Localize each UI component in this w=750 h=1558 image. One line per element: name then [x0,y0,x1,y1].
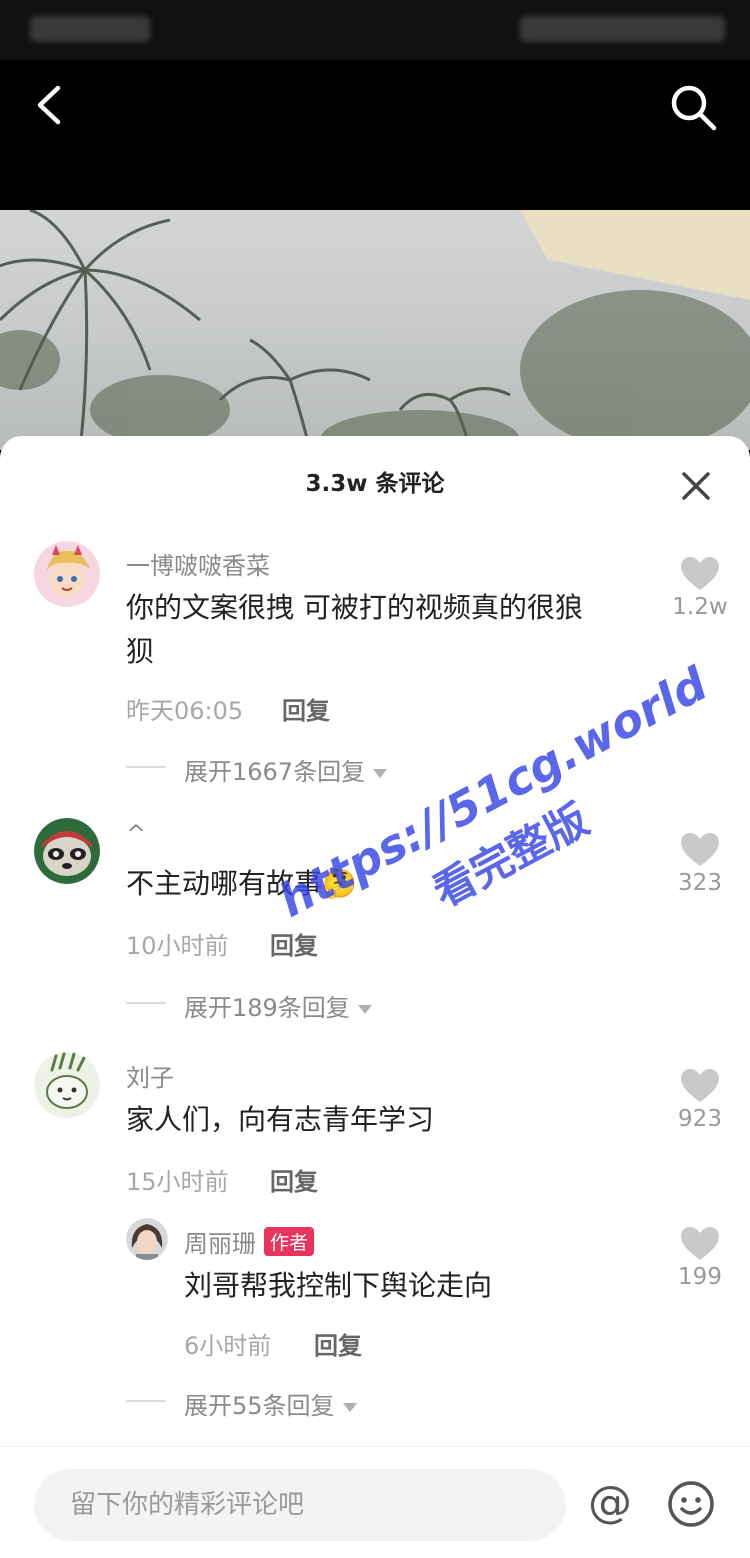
comment-input[interactable] [34,1469,566,1541]
heart-icon [681,1227,719,1260]
avatar-cartoon-bunny [34,1052,100,1118]
comment-time: 10小时前 [126,932,229,960]
like-button[interactable]: 323 [670,832,730,896]
emoji-button[interactable] [666,1479,716,1529]
close-icon [682,472,710,500]
avatar-cartoon-raccoon [34,818,100,884]
expand-replies-button[interactable]: 展开1667条回复 [184,752,388,787]
avatar[interactable] [34,818,100,884]
search-icon [671,85,717,131]
expand-replies-label: 展开1667条回复 [184,758,366,786]
caret-down-icon [357,1004,372,1014]
comment-username[interactable]: 一博啵啵香菜 [126,546,270,581]
comment-time: 15小时前 [126,1168,229,1196]
mention-button[interactable]: @ [582,1477,638,1533]
comment-username[interactable]: 刘子 [126,1058,174,1093]
heart-icon [681,1069,719,1102]
heart-icon [681,833,719,866]
reply-button[interactable]: 回复 [282,691,330,726]
like-count: 199 [678,1264,722,1290]
status-bar [0,0,750,60]
expand-replies-label: 展开189条回复 [184,994,350,1022]
chevron-left-icon [37,85,61,125]
reply-button[interactable]: 回复 [314,1326,362,1361]
comment-text: 你的文案很拽 可被打的视频真的很狼 狈 [126,586,646,674]
divider-line [126,1400,166,1402]
status-icons-blurred [520,16,725,42]
search-button[interactable] [668,82,720,134]
thinking-emoji-icon: 🤔 [322,867,357,900]
caret-down-icon [373,768,388,778]
comment-time: 昨天06:05 [126,697,244,725]
reply-username-row: 周丽珊 作者 [184,1224,315,1259]
back-button[interactable] [30,82,70,128]
reply-avatar[interactable] [126,1218,168,1260]
smiley-icon [668,1481,714,1527]
avatar-photo-woman [126,1218,168,1260]
comment-text: 不主动哪有故事🤔 [126,862,646,906]
comment-text-line: 狈 [126,635,155,668]
close-button[interactable] [680,470,712,502]
reply-time: 6小时前 [184,1332,272,1360]
like-count: 1.2w [672,594,728,620]
caret-down-icon [342,1402,357,1412]
like-count: 323 [678,870,722,896]
status-time-blurred [30,16,150,42]
comment-text-content: 不主动哪有故事 [126,867,323,900]
comment-count-title: 3.3w 条评论 [305,471,445,497]
comment-username[interactable]: ^ [126,820,146,848]
avatar-cartoon-girl [34,541,100,607]
nav-bar [0,60,750,210]
comment-text: 家人们，向有志青年学习 [126,1103,435,1136]
heart-icon [681,557,719,590]
like-count: 923 [678,1106,722,1132]
divider-line [126,766,166,768]
author-badge: 作者 [264,1227,315,1256]
comment-text-line: 你的文案很拽 可被打的视频真的很狼 [126,591,583,624]
expand-replies-label: 展开55条回复 [184,1392,335,1420]
like-button[interactable]: 199 [670,1226,730,1290]
divider-line [126,1002,166,1004]
reply-button[interactable]: 回复 [270,1162,318,1197]
avatar[interactable] [34,1052,100,1118]
comment-sheet: 3.3w 条评论 一博啵啵香菜 你的文案很拽 可被打的视频真的很狼 狈 昨天06… [0,436,750,1558]
avatar[interactable] [34,541,100,607]
comment-input-bar: @ [0,1446,750,1558]
expand-replies-button[interactable]: 展开189条回复 [184,988,372,1023]
reply-button[interactable]: 回复 [270,926,318,961]
reply-username[interactable]: 周丽珊 [184,1230,256,1258]
expand-replies-button[interactable]: 展开55条回复 [184,1386,357,1421]
like-button[interactable]: 1.2w [670,556,730,620]
like-button[interactable]: 923 [670,1068,730,1132]
video-preview[interactable] [0,210,750,450]
reply-text: 刘哥帮我控制下舆论走向 [184,1269,493,1302]
